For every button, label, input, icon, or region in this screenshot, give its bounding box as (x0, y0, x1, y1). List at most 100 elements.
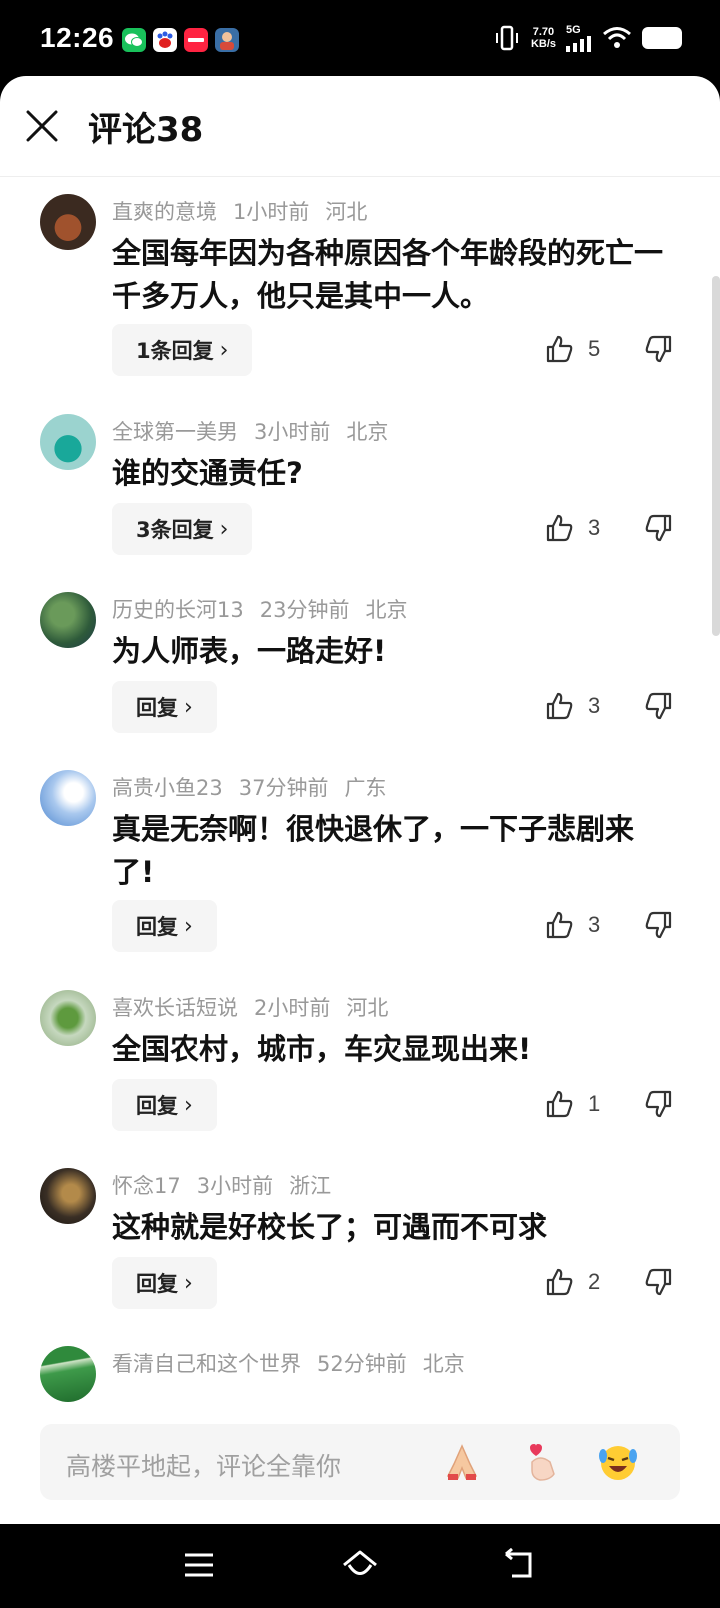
home-button[interactable] (340, 1548, 380, 1586)
like-count: 3 (588, 912, 601, 937)
pray-emoji[interactable] (440, 1440, 484, 1484)
dislike-button[interactable] (644, 691, 674, 725)
like-button[interactable]: 5 (544, 334, 600, 364)
like-button[interactable]: 2 (544, 1267, 600, 1297)
username[interactable]: 高贵小鱼23 (112, 776, 223, 800)
comment-location: 河北 (346, 996, 389, 1020)
thumbs-up-icon (546, 911, 573, 939)
comment-input[interactable]: 高楼平地起，评论全靠你 (40, 1424, 680, 1500)
back-button[interactable] (502, 1547, 536, 1586)
comment-location: 北京 (365, 598, 408, 622)
like-count: 3 (588, 515, 601, 540)
comment-text: 全国农村，城市，车灾显现出来! (112, 1032, 532, 1066)
vibrate-icon (495, 25, 518, 51)
home-icon (343, 1550, 377, 1575)
comment-text: 为人师表，一路走好! (112, 634, 387, 668)
comment-time: 3小时前 (196, 1174, 274, 1198)
dislike-button[interactable] (644, 1267, 674, 1301)
like-count: 3 (588, 693, 601, 718)
laughing-tears-emoji[interactable] (596, 1440, 640, 1484)
status-time: 12:26 (40, 22, 115, 53)
xiaohongshu-icon (184, 28, 208, 52)
back-icon (505, 1547, 532, 1578)
finger-heart-emoji[interactable] (520, 1440, 564, 1484)
thumbs-down-icon (645, 1090, 672, 1118)
thumbs-up-icon (546, 514, 573, 542)
scrollbar[interactable] (712, 276, 720, 636)
username[interactable]: 直爽的意境 (112, 200, 217, 224)
comment-sheet: 评论38 直爽的意境 1小时前 河北 全国每年因为各种原因各个年龄段的死亡一千多万人… (0, 76, 720, 1524)
status-bar: 12:26 7.70 KB/s 5G (0, 0, 720, 78)
dislike-button[interactable] (644, 334, 674, 368)
reply-button[interactable]: 回复 › (112, 900, 217, 952)
battery-icon (642, 27, 682, 49)
comment-location: 北京 (346, 420, 389, 444)
comment-input-placeholder: 高楼平地起，评论全靠你 (66, 1452, 342, 1481)
comment-time: 2小时前 (254, 996, 331, 1020)
chevron-right-icon: › (184, 913, 193, 939)
wechat-icon (122, 28, 146, 52)
comment-meta: 高贵小鱼23 37分钟前 广东 (112, 772, 402, 802)
navigation-bar (0, 1524, 720, 1608)
avatar[interactable] (40, 592, 96, 648)
like-count: 2 (588, 1269, 601, 1294)
username[interactable]: 喜欢长话短说 (112, 996, 238, 1020)
comment-text: 谁的交通责任? (112, 456, 303, 490)
comment-time: 3小时前 (254, 420, 331, 444)
comment-location: 北京 (422, 1352, 465, 1376)
avatar[interactable] (40, 990, 96, 1046)
comment-meta: 历史的长河13 23分钟前 北京 (112, 594, 423, 624)
notification-icons (122, 28, 239, 52)
comments-title: 评论38 (88, 110, 204, 150)
like-button[interactable]: 3 (544, 513, 600, 543)
username[interactable]: 全球第一美男 (112, 420, 238, 444)
avatar[interactable] (40, 194, 96, 250)
avatar[interactable] (40, 770, 96, 826)
dislike-button[interactable] (644, 513, 674, 547)
wifi-icon (603, 27, 631, 48)
comment-text: 这种就是好校长了；可遇而不可求 (112, 1210, 548, 1244)
thumbs-up-icon (546, 692, 573, 720)
like-button[interactable]: 3 (544, 691, 600, 721)
comment-meta: 看清自己和这个世界 52分钟前 北京 (112, 1348, 481, 1378)
like-button[interactable]: 1 (544, 1089, 600, 1119)
comment-time: 52分钟前 (317, 1352, 407, 1376)
dislike-button[interactable] (644, 1089, 674, 1123)
thumbs-down-icon (645, 911, 672, 939)
like-count: 1 (588, 1091, 601, 1116)
close-button[interactable] (22, 106, 62, 146)
menu-button[interactable] (182, 1548, 216, 1586)
username[interactable]: 历史的长河13 (112, 598, 244, 622)
username[interactable]: 怀念17 (112, 1174, 181, 1198)
chevron-right-icon: › (219, 337, 229, 363)
avatar[interactable] (40, 414, 96, 470)
reply-button[interactable]: 1条回复 › (112, 324, 253, 376)
username[interactable]: 看清自己和这个世界 (112, 1352, 301, 1376)
sheet-header: 评论38 (0, 76, 720, 177)
reply-button[interactable]: 回复 › (112, 1257, 217, 1309)
chevron-right-icon: › (219, 516, 229, 542)
chevron-right-icon: › (184, 1092, 193, 1118)
close-icon (26, 110, 58, 142)
reply-button[interactable]: 回复 › (112, 681, 217, 733)
avatar[interactable] (40, 1168, 96, 1224)
reply-button[interactable]: 3条回复 › (112, 503, 253, 555)
comment-text: 真是无奈啊！很快退休了，一下子悲剧来了! (112, 812, 635, 889)
dislike-button[interactable] (644, 910, 674, 944)
thumbs-up-icon (546, 335, 573, 363)
thumbs-up-icon (546, 1090, 573, 1118)
baidu-icon (153, 28, 177, 52)
comment-time: 23分钟前 (259, 598, 350, 622)
comment-location: 河北 (325, 200, 368, 224)
network-speed: 7.70 KB/s (530, 26, 556, 50)
signal-bars-icon (566, 36, 591, 52)
chevron-right-icon: › (184, 694, 193, 720)
like-button[interactable]: 3 (544, 910, 600, 940)
game-icon (215, 28, 239, 52)
avatar[interactable] (40, 1346, 96, 1402)
thumbs-down-icon (645, 335, 672, 363)
comment-text: 全国每年因为各种原因各个年龄段的死亡一千多万人，他只是其中一人。 (112, 236, 664, 313)
reply-button[interactable]: 回复 › (112, 1079, 217, 1131)
network-type: 5G (566, 24, 581, 36)
comment-list[interactable]: 直爽的意境 1小时前 河北 全国每年因为各种原因各个年龄段的死亡一千多万人，他只是其… (0, 176, 720, 1486)
